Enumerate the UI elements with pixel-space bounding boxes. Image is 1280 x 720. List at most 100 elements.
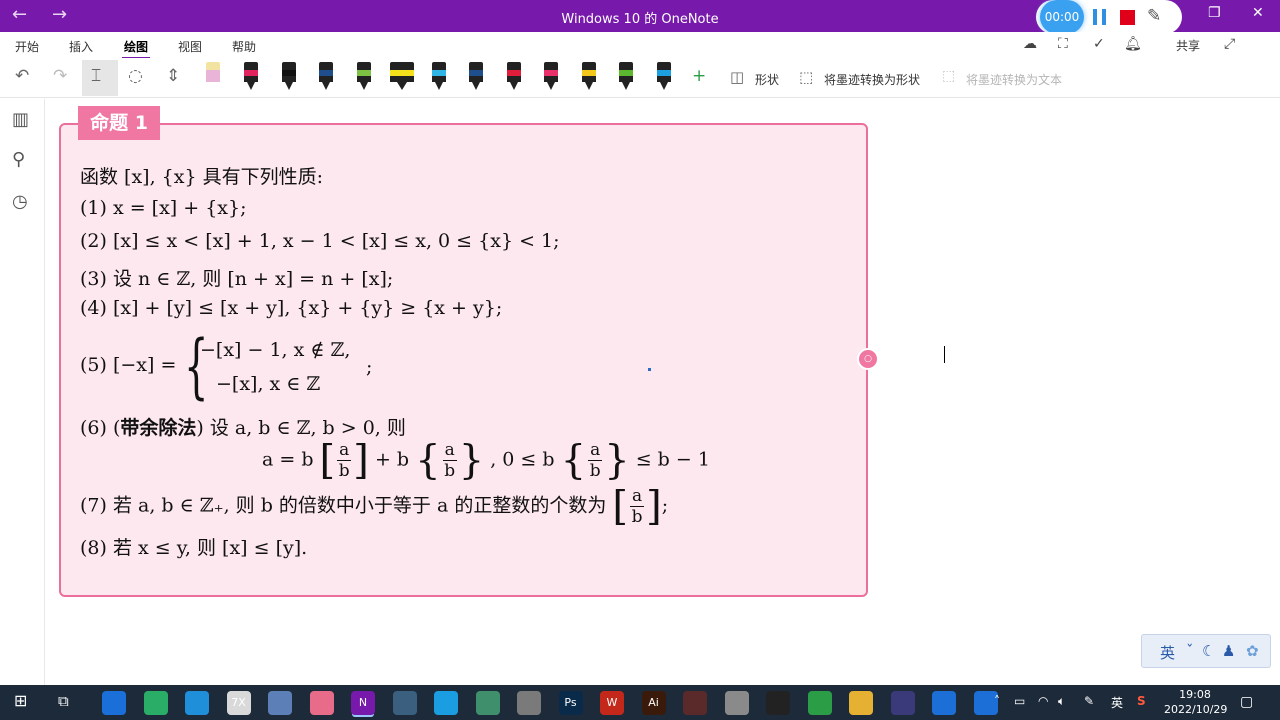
highlighter-tool[interactable] [390, 62, 414, 92]
tray-sogou-icon[interactable]: S [1137, 694, 1146, 708]
pen-icon[interactable]: ✎ [1147, 6, 1161, 26]
pen-tool[interactable] [432, 62, 446, 92]
math-line-5-lhs: (5) [−x] = [80, 354, 177, 376]
taskbar-app-icon[interactable] [932, 691, 956, 715]
taskbar-app-icon[interactable]: Ai [641, 691, 666, 715]
ribbon-tabs: 开始 插入 绘图 视图 帮助 ☁ ⛶ ✓ 🔔︎ 共享 ⤢ [0, 32, 1280, 59]
text-cursor [944, 346, 945, 363]
tab-view[interactable]: 视图 [178, 38, 202, 55]
add-space-icon[interactable]: ⇕ [166, 66, 180, 86]
tray-volume-icon[interactable]: 🔈︎ [1058, 694, 1065, 709]
taskbar-clock[interactable]: 19:08 2022/10/29 [1164, 687, 1227, 717]
pen-tool[interactable] [657, 62, 671, 92]
math-line-3: (3) 设 n ∈ ℤ, 则 [n + x] = n + [x]; [80, 268, 394, 290]
taskbar-app-icon[interactable] [309, 691, 334, 715]
windows-start-icon[interactable]: ⊞ [14, 691, 27, 710]
ime-moon-icon[interactable]: ☾ [1202, 642, 1215, 660]
draw-toolbar: ↶ ↷ ⌶ ◌ ⇕ + ◫ 形状 ⬚ 将墨迹转换为形状 ⬚ 将墨迹转换为文本 [0, 58, 1280, 98]
math-line-intro: 函数 [x], {x} 具有下列性质: [80, 166, 323, 188]
taskbar-app-icon[interactable]: 7X [226, 691, 251, 715]
taskbar-app-icon[interactable]: W [600, 691, 624, 715]
ink-to-shape-button[interactable]: 将墨迹转换为形状 [824, 71, 920, 88]
taskbar-app-icon[interactable] [268, 691, 292, 715]
taskbar-app-icon[interactable] [434, 691, 458, 715]
ime-skin-icon[interactable]: ♟ [1222, 642, 1235, 660]
taskbar-app-icon[interactable] [517, 691, 541, 715]
math-line-2: (2) [x] ≤ x < [x] + 1, x − 1 < [x] ≤ x, … [80, 230, 560, 252]
ime-punct-icon[interactable]: ˇ [1186, 642, 1194, 660]
math-line-4: (4) [x] + [y] ≤ [x + y], {x} + {y} ≥ {x … [80, 297, 503, 319]
pen-tool[interactable] [544, 62, 558, 92]
windows-taskbar: ⊞ ⧉ 7X N Ps W Ai ˄ ▭ ◠ 🔈︎ ✎ 英 S 19:08 2022/1… [0, 685, 1280, 720]
taskbar-app-icon[interactable] [849, 691, 873, 715]
taskbar-app-icon[interactable] [102, 691, 126, 715]
bell-icon[interactable]: 🔔︎ [1124, 36, 1142, 52]
text-select-icon[interactable]: ⌶ [91, 66, 101, 86]
taskbar-app-icon[interactable] [185, 691, 209, 715]
expand-icon[interactable]: ⤢ [1224, 36, 1235, 52]
tab-insert[interactable]: 插入 [69, 38, 93, 55]
ink-to-text-button: 将墨迹转换为文本 [966, 73, 1063, 87]
restore-icon[interactable]: ❐ [1208, 5, 1221, 21]
tray-network-icon[interactable]: ◠ [1038, 694, 1048, 708]
division-with-remainder-label: 带余除法 [120, 417, 197, 439]
tray-pen-icon[interactable]: ✎ [1084, 694, 1094, 708]
share-button[interactable]: 共享 [1176, 37, 1200, 54]
search-icon[interactable]: ⚲ [12, 149, 25, 170]
task-view-icon[interactable]: ⧉ [58, 692, 69, 710]
taskbar-app-icon[interactable] [475, 691, 500, 715]
pen-tool[interactable] [244, 62, 258, 92]
add-pen-icon[interactable]: + [692, 66, 706, 86]
taskbar-app-icon[interactable] [683, 691, 707, 715]
shapes-button[interactable]: 形状 [755, 71, 779, 88]
taskbar-app-icon[interactable] [766, 691, 790, 715]
taskbar-app-icon[interactable]: Ps [558, 691, 583, 715]
notification-icon[interactable]: ▢ [1240, 694, 1253, 710]
pen-tool[interactable] [507, 62, 521, 92]
math-line-5-case2: −[x], x ∈ ℤ [216, 373, 321, 395]
taskbar-app-icon[interactable] [890, 691, 915, 715]
undo-icon[interactable]: ↶ [15, 66, 29, 86]
pen-tool[interactable] [319, 62, 333, 92]
pen-tool[interactable] [619, 62, 633, 92]
close-icon[interactable]: ✕ [1252, 5, 1264, 21]
shapes-icon[interactable]: ◫ [730, 68, 744, 86]
container-resize-handle[interactable]: ○ [857, 348, 879, 370]
taskbar-app-icon[interactable]: N [351, 691, 375, 715]
taskbar-app-icon[interactable] [807, 691, 832, 715]
sync-icon[interactable]: ☁ [1023, 36, 1037, 52]
math-line-6: (6) (带余除法) 设 a, b ∈ ℤ, b > 0, 则 [80, 417, 406, 439]
math-line-6-equation: a = b [a b] + b {a b} , 0 ≤ b {a b} ≤ b − 1 [262, 437, 710, 484]
tray-chevron-icon[interactable]: ˄ [994, 694, 1000, 708]
tab-help[interactable]: 帮助 [232, 38, 256, 55]
tab-home[interactable]: 开始 [15, 38, 39, 55]
taskbar-app-icon[interactable] [143, 691, 168, 715]
fullscreen-icon[interactable]: ⛶ [1058, 36, 1068, 52]
notebooks-icon[interactable]: ▥ [12, 109, 29, 130]
pen-tool[interactable] [582, 62, 596, 92]
pen-tool[interactable] [357, 62, 371, 92]
taskbar-app-icon[interactable] [724, 691, 749, 715]
clock-time: 19:08 [1179, 688, 1211, 701]
recent-clock-icon[interactable]: ◷ [12, 191, 28, 212]
stop-icon[interactable] [1120, 10, 1135, 25]
pen-tool[interactable] [282, 62, 296, 92]
pause-icon[interactable] [1093, 9, 1107, 25]
lasso-icon[interactable]: ◌ [128, 66, 143, 86]
ink-to-text-icon: ⬚ [942, 68, 956, 84]
pen-tool[interactable] [206, 62, 220, 92]
tab-draw[interactable]: 绘图 [121, 38, 151, 59]
navigation-sidebar: ▥ ⚲ ◷ [0, 99, 45, 685]
recorder-timer: 00:00 [1040, 0, 1084, 34]
ime-toolbar[interactable]: 英 ˇ ☾ ♟ ✿ [1141, 634, 1271, 668]
ime-language[interactable]: 英 [1160, 642, 1175, 663]
tray-battery-icon[interactable]: ▭ [1014, 694, 1025, 708]
taskbar-app-icon[interactable] [392, 691, 417, 715]
redo-icon[interactable]: ↷ [53, 66, 67, 86]
math-line-5-end: ; [366, 356, 373, 378]
tray-language[interactable]: 英 [1111, 694, 1123, 711]
math-line-8: (8) 若 x ≤ y, 则 [x] ≤ [y]. [80, 537, 308, 559]
pen-tool[interactable] [469, 62, 483, 92]
pen-check-icon[interactable]: ✓ [1093, 36, 1105, 52]
ink-to-shape-icon[interactable]: ⬚ [799, 68, 813, 86]
